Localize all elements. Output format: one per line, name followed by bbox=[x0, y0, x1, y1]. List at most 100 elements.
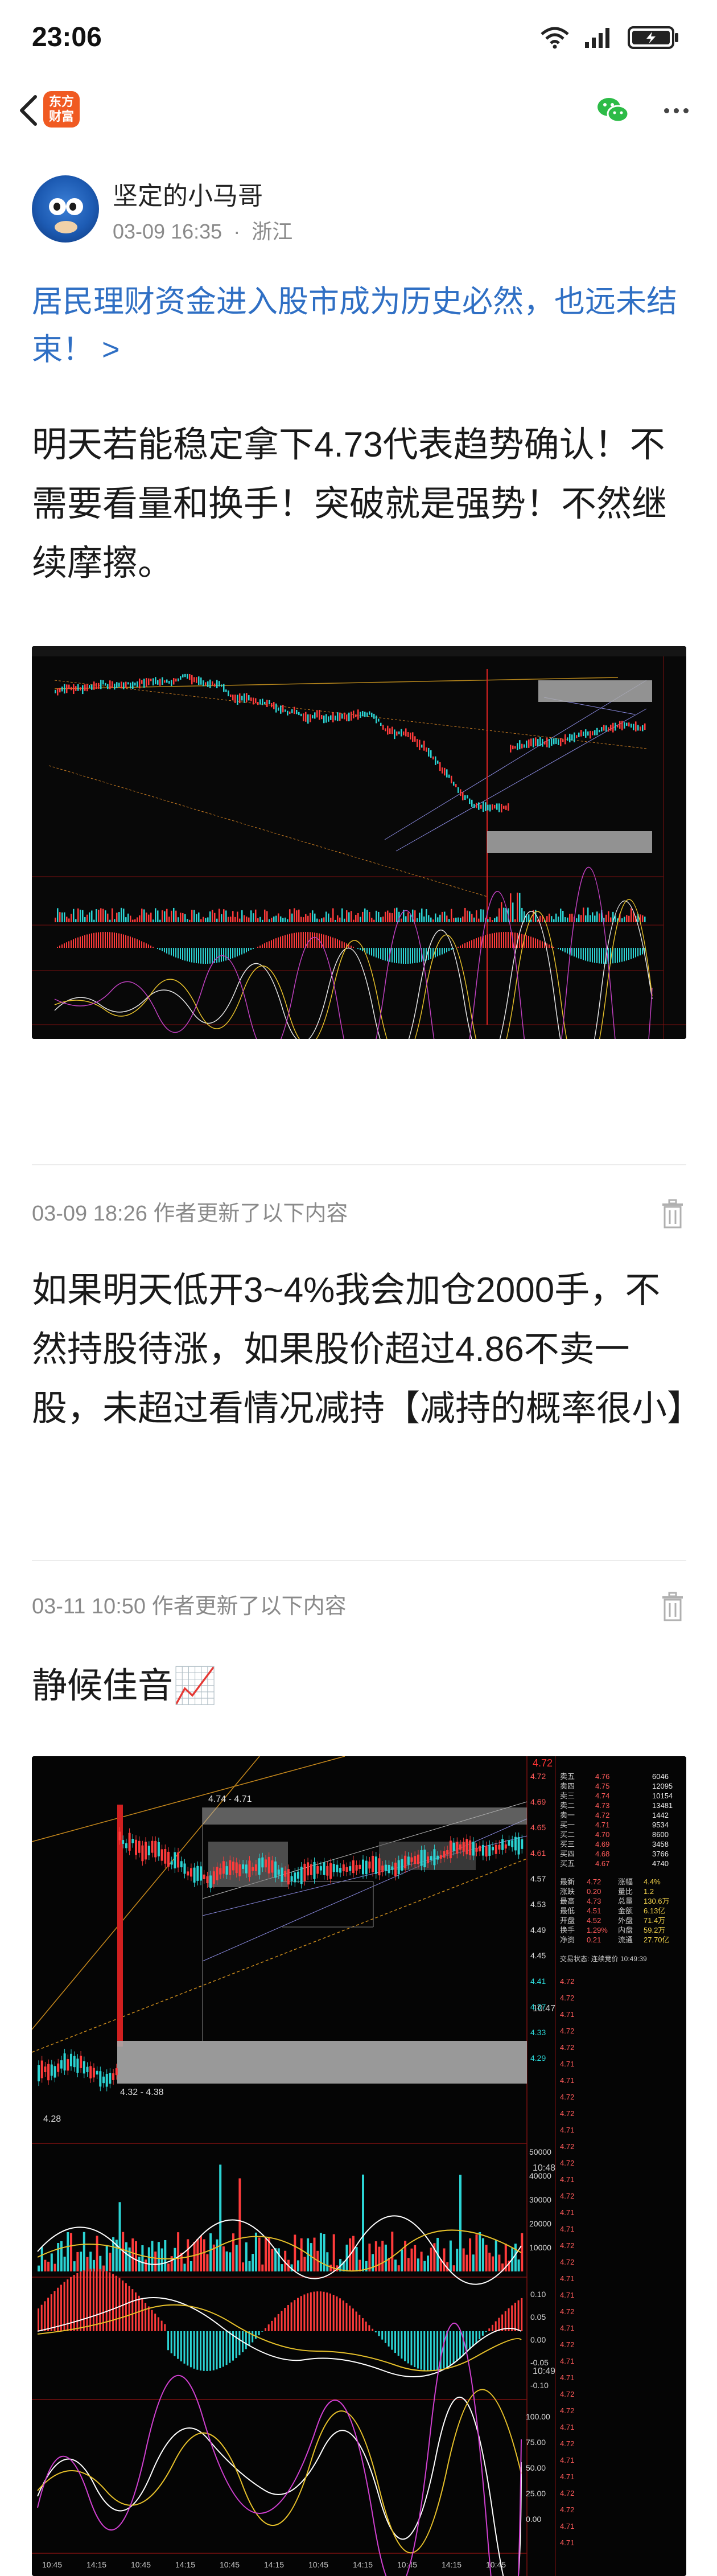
volume-bar bbox=[567, 917, 568, 922]
price-tick: 4.33 bbox=[530, 2028, 546, 2037]
more-options-button[interactable] bbox=[658, 92, 694, 129]
trash-icon[interactable] bbox=[659, 1591, 686, 1622]
candle bbox=[487, 804, 489, 811]
avatar[interactable] bbox=[32, 175, 99, 243]
candle bbox=[323, 1862, 325, 1875]
candle bbox=[118, 1831, 121, 1840]
macd-bar bbox=[401, 948, 402, 964]
volume-bar bbox=[184, 914, 186, 922]
book-level-price: 4.70 bbox=[595, 1830, 609, 1839]
candle bbox=[203, 680, 204, 687]
macd-bar bbox=[76, 2273, 79, 2331]
macd-bar bbox=[539, 940, 541, 948]
candle bbox=[96, 2070, 98, 2075]
time-tick: 10:45 bbox=[131, 2560, 151, 2569]
macd-bar bbox=[479, 2331, 481, 2340]
volume-bar bbox=[55, 917, 56, 922]
volume-bar bbox=[420, 2252, 423, 2271]
section-divider bbox=[32, 1164, 686, 1165]
volume-bar bbox=[222, 2246, 225, 2271]
candle bbox=[238, 1864, 241, 1876]
candle bbox=[289, 711, 291, 714]
author-name[interactable]: 坚定的小马哥 bbox=[113, 175, 263, 212]
candle bbox=[234, 695, 236, 703]
volume-bar bbox=[332, 908, 334, 922]
candle bbox=[138, 1840, 141, 1853]
volume-bar bbox=[512, 902, 514, 922]
candle bbox=[378, 1858, 381, 1876]
candle bbox=[326, 1866, 329, 1876]
macd-bar bbox=[47, 2298, 50, 2331]
macd-bar bbox=[410, 2331, 413, 2366]
candle bbox=[200, 677, 202, 685]
macd-bar bbox=[71, 940, 72, 948]
candle bbox=[313, 1862, 316, 1879]
volume-bar bbox=[319, 2233, 322, 2271]
macd-bar bbox=[285, 935, 286, 948]
macd-bar bbox=[59, 946, 60, 948]
volume-bar bbox=[53, 2263, 56, 2271]
post-title-link[interactable]: 居民理财资金进入股市成为历史必然，也远未结束！ > bbox=[32, 278, 686, 373]
candle bbox=[182, 674, 184, 678]
back-button[interactable] bbox=[11, 93, 46, 128]
macd-bar bbox=[248, 948, 249, 951]
macd-bar bbox=[303, 2294, 306, 2331]
tick-price: 4.71 bbox=[560, 2373, 574, 2382]
macd-bar bbox=[225, 2331, 228, 2365]
volume-bar bbox=[394, 908, 395, 922]
candle bbox=[366, 712, 368, 717]
book-level-label: 卖二 bbox=[560, 1801, 575, 1810]
macd-bar bbox=[68, 941, 69, 948]
macd-bar bbox=[154, 2314, 156, 2331]
volume-bar bbox=[514, 919, 516, 922]
wechat-share-button[interactable] bbox=[595, 92, 632, 129]
candle bbox=[228, 690, 229, 697]
chart2-time3: 10:49 bbox=[533, 2367, 555, 2376]
candle bbox=[511, 1840, 514, 1847]
candle bbox=[635, 721, 637, 732]
candle bbox=[455, 784, 457, 787]
macd-bar bbox=[223, 948, 224, 962]
candle bbox=[492, 1847, 494, 1851]
volume-bar bbox=[519, 893, 521, 922]
candle bbox=[481, 1844, 484, 1856]
candle bbox=[403, 731, 405, 736]
candle bbox=[640, 726, 641, 731]
candle bbox=[549, 739, 550, 748]
macd-bar bbox=[284, 2307, 286, 2331]
candle bbox=[458, 787, 459, 793]
candle bbox=[148, 678, 150, 685]
volume-bar bbox=[47, 2261, 50, 2271]
volume-bar bbox=[644, 917, 646, 922]
volume-bar bbox=[475, 2234, 478, 2271]
macd-bar bbox=[475, 2331, 477, 2343]
stock-chart-image-1[interactable] bbox=[32, 646, 686, 1039]
stat-footer: 交易状态: 连续竞价 10:49:39 bbox=[560, 1954, 647, 1963]
macd-bar bbox=[564, 948, 566, 953]
tick-price: 4.71 bbox=[560, 2423, 574, 2431]
volume-bar bbox=[314, 913, 316, 922]
candle bbox=[223, 684, 225, 692]
macd-bar bbox=[73, 2275, 75, 2331]
volume-bar bbox=[261, 2264, 264, 2271]
candle bbox=[187, 1871, 189, 1876]
volume-bar bbox=[167, 2263, 170, 2271]
macd-bar bbox=[357, 948, 358, 950]
volume-bar bbox=[166, 909, 168, 922]
macd-bar bbox=[189, 948, 190, 962]
volume-bar bbox=[465, 2254, 468, 2271]
volume-bar bbox=[495, 2240, 497, 2271]
macd-bar bbox=[473, 939, 475, 948]
volume-bar bbox=[157, 910, 159, 922]
macd-bar bbox=[230, 948, 231, 959]
volume-bar bbox=[558, 917, 559, 922]
stock-chart-image-2[interactable]: 4.74 - 4.71 4.32 - 4.38 4.28 4.72 10:47 … bbox=[32, 1756, 686, 2576]
app-logo[interactable]: 东方 财富 bbox=[43, 91, 80, 128]
trash-icon[interactable] bbox=[659, 1198, 686, 1230]
candle bbox=[71, 687, 72, 691]
macd-bar bbox=[83, 2270, 85, 2331]
volume-bar bbox=[206, 2254, 209, 2271]
macd-bar bbox=[235, 2331, 237, 2359]
candle bbox=[271, 1860, 274, 1873]
macd-bar bbox=[378, 2331, 380, 2336]
